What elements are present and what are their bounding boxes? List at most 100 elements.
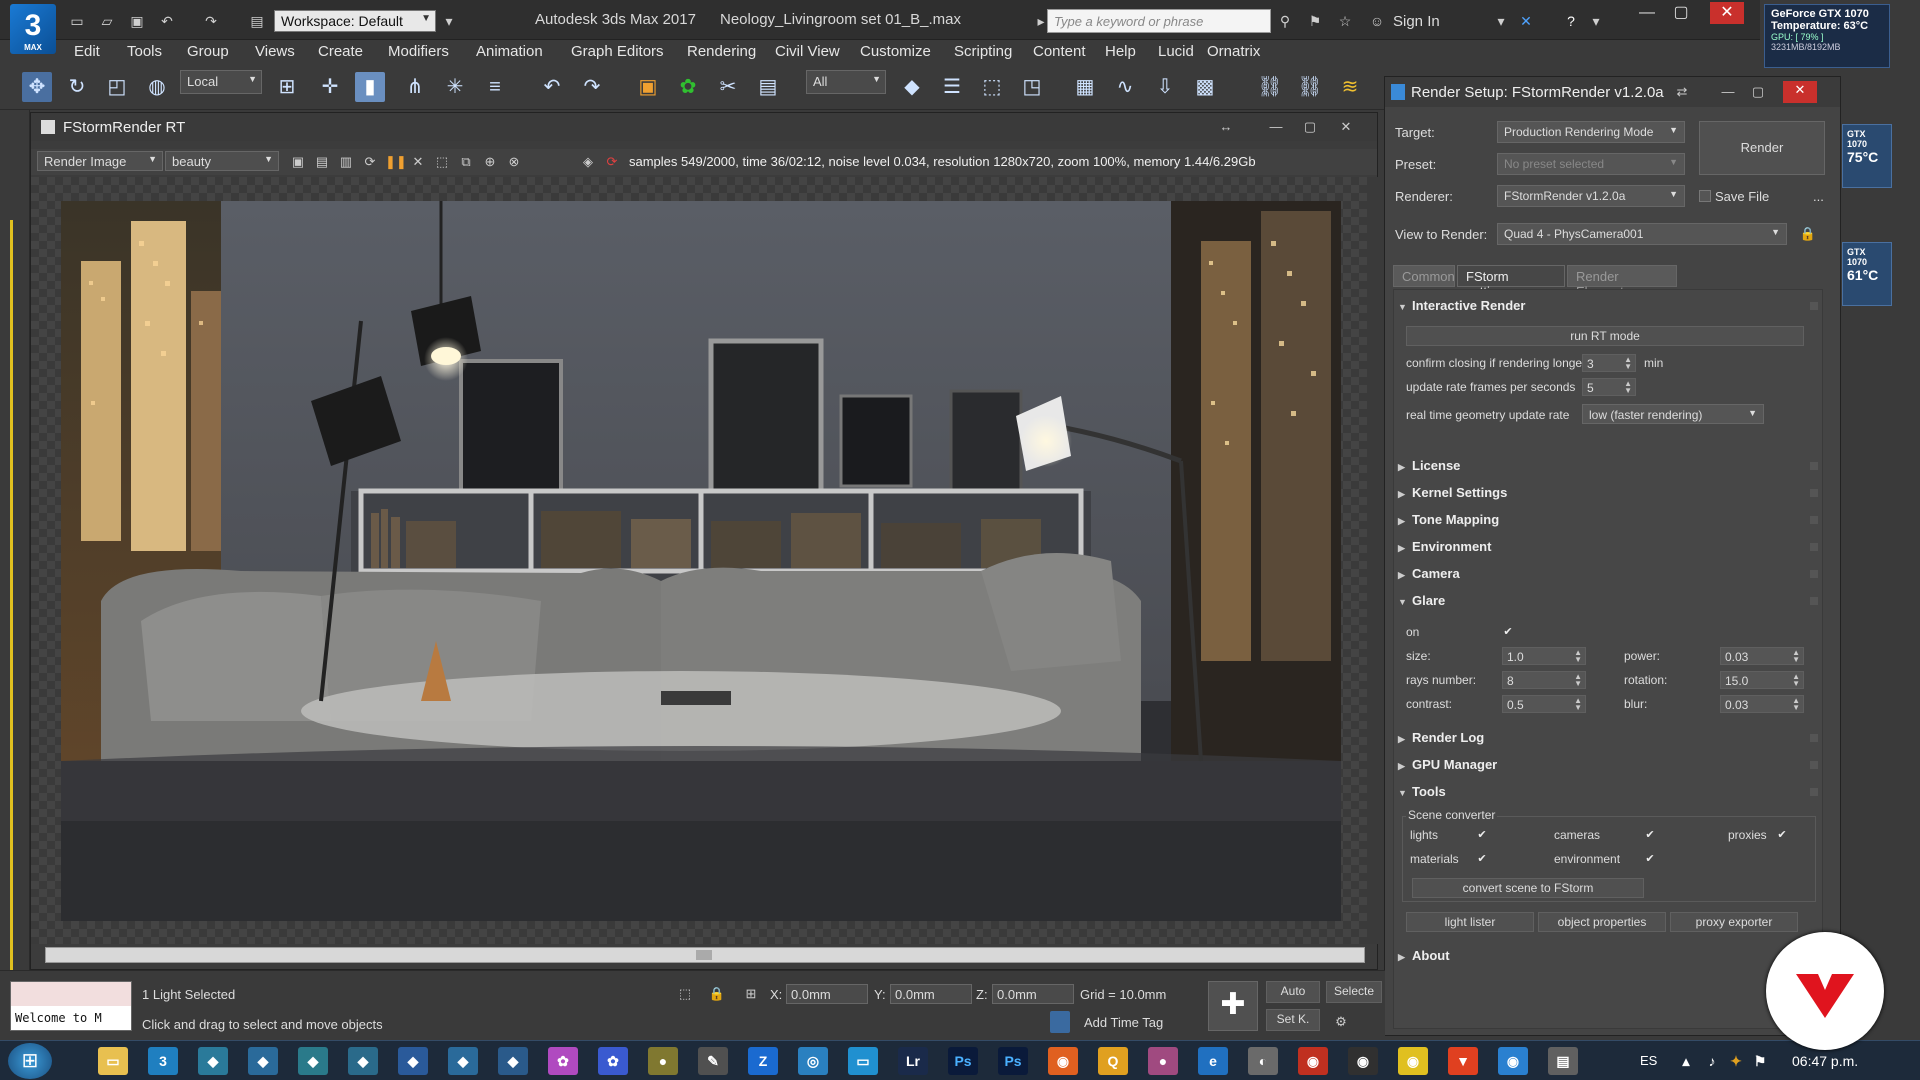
render-channel-dropdown[interactable]: beauty ▼	[165, 151, 279, 171]
app-task-icon-9[interactable]: ✿	[598, 1047, 628, 1075]
menu-group[interactable]: Group	[187, 43, 229, 60]
x-coord-field[interactable]: 0.0mm	[786, 984, 868, 1004]
rollout-kernel-settings[interactable]: ▶ Kernel Settings	[1398, 485, 1820, 505]
confirm-closing-spinner[interactable]: 3 ▲ ▼	[1582, 354, 1636, 372]
select-scale-icon[interactable]: ◰	[102, 72, 132, 102]
frame-maximize-icon[interactable]: ▢	[1301, 118, 1319, 136]
app-task-icon-17[interactable]: ◐	[1248, 1047, 1278, 1075]
scene-explorer-icon[interactable]: ▤	[753, 72, 783, 102]
selection-lock-icon[interactable]: 🔒	[708, 985, 726, 1003]
help-dropdown-icon[interactable]: ▾	[1585, 11, 1607, 31]
app-task-icon-15[interactable]: Q	[1098, 1047, 1128, 1075]
rollout-license[interactable]: ▶ License	[1398, 458, 1820, 478]
select-by-name-icon[interactable]: ☰	[937, 72, 967, 102]
3dsmax-task-icon[interactable]: 3	[148, 1047, 178, 1075]
glare-power-spinner[interactable]: 0.03 ▲ ▼	[1720, 647, 1804, 665]
renderer-dropdown[interactable]: FStormRender v1.2.0a ▼	[1497, 185, 1685, 207]
add-time-tag[interactable]: Add Time Tag	[1084, 1015, 1163, 1030]
convert-cameras-checkbox[interactable]: ✔	[1644, 829, 1656, 841]
rs-close-icon[interactable]: ✕	[1783, 81, 1817, 103]
render-frame-horizontal-scrollbar[interactable]	[45, 947, 1365, 963]
material-editor-icon[interactable]: ▩	[1190, 72, 1220, 102]
view-to-render-dropdown[interactable]: Quad 4 - PhysCamera001 ▼	[1497, 223, 1787, 245]
app-task-icon-11[interactable]: ✎	[698, 1047, 728, 1075]
menu-views[interactable]: Views	[255, 43, 295, 60]
frame-close-icon[interactable]: ✕	[1337, 118, 1355, 136]
save-file-browse-button[interactable]: ...	[1813, 189, 1824, 204]
menu-create[interactable]: Create	[318, 43, 363, 60]
isolate-selection-icon[interactable]: ⬚	[676, 985, 694, 1003]
chrome-icon[interactable]: ◉	[1398, 1047, 1428, 1075]
tray-clock[interactable]: 06:47 p.m.	[1792, 1053, 1858, 1069]
new-file-icon[interactable]: ▭	[66, 11, 88, 31]
app-task-icon-12[interactable]: Z	[748, 1047, 778, 1075]
object-properties-button[interactable]: object properties	[1538, 912, 1666, 932]
tab-render-elements[interactable]: Render Elements	[1567, 265, 1677, 299]
light-lister-button[interactable]: light lister	[1406, 912, 1534, 932]
zoom-icon[interactable]: ⊕	[481, 153, 499, 171]
favorites-star-icon[interactable]: ☆	[1334, 11, 1356, 31]
app-task-icon-22[interactable]: ▤	[1548, 1047, 1578, 1075]
menu-modifiers[interactable]: Modifiers	[388, 43, 449, 60]
photoshop-icon-2[interactable]: Ps	[998, 1047, 1028, 1075]
plugin-icon[interactable]: ✿	[673, 72, 703, 102]
proxy-exporter-button[interactable]: proxy exporter	[1670, 912, 1798, 932]
rollout-interactive-render[interactable]: ▼ Interactive Render	[1398, 298, 1820, 318]
menu-lucid[interactable]: Lucid	[1158, 43, 1194, 60]
set-key-mode-icon[interactable]: ✚	[1208, 981, 1258, 1031]
select-place-icon[interactable]: ◍	[142, 72, 172, 102]
select-move-icon[interactable]: ✥	[22, 72, 52, 102]
render-frame-vertical-scrollbar[interactable]	[1367, 177, 1379, 944]
fit-icon[interactable]: ✕	[409, 153, 427, 171]
refresh-icon[interactable]: ⟳	[361, 153, 379, 171]
binoculars-icon[interactable]: ⚲	[1274, 11, 1296, 31]
app-task-icon-16[interactable]: ●	[1148, 1047, 1178, 1075]
save-image-icon[interactable]: ▣	[289, 153, 307, 171]
maxscript-input[interactable]	[11, 982, 131, 1006]
app-task-icon-6[interactable]: ◆	[448, 1047, 478, 1075]
menu-content[interactable]: Content	[1033, 43, 1086, 60]
redo-icon[interactable]: ↷	[200, 11, 222, 31]
app-task-icon-5[interactable]: ◆	[398, 1047, 428, 1075]
geometry-update-dropdown[interactable]: low (faster rendering) ▼	[1582, 404, 1764, 424]
app-task-icon-14[interactable]: ▭	[848, 1047, 878, 1075]
frame-buffer-icon[interactable]: ▣	[633, 72, 663, 102]
rs-swap-icon[interactable]: ⇄	[1673, 83, 1691, 101]
curve-editor-icon[interactable]: ∿	[1110, 72, 1140, 102]
app-task-icon-18[interactable]: ◉	[1298, 1047, 1328, 1075]
redo-toolbar-icon[interactable]: ↷	[577, 72, 607, 102]
subscription-icon[interactable]: ⚑	[1304, 11, 1326, 31]
save-file-icon[interactable]: ▣	[126, 11, 148, 31]
glare-rays-spinner[interactable]: 8 ▲ ▼	[1502, 671, 1586, 689]
update-rate-spinner[interactable]: 5 ▲ ▼	[1582, 378, 1636, 396]
absolute-mode-icon[interactable]: ⊞	[742, 985, 760, 1003]
file-explorer-icon[interactable]: ▭	[98, 1047, 128, 1075]
close-icon[interactable]: ✕	[1710, 2, 1744, 24]
angle-snap-icon[interactable]: ✳	[440, 72, 470, 102]
tray-app-icon[interactable]: ✦	[1726, 1047, 1746, 1075]
bind-space-warp-icon[interactable]: ≋	[1335, 72, 1365, 102]
pivot-center-icon[interactable]: ⊞	[272, 72, 302, 102]
select-link-icon[interactable]: ⛓	[1255, 72, 1285, 102]
copy-image-icon[interactable]: ▤	[313, 153, 331, 171]
area-to-render-dropdown[interactable]: Render Image ▼	[37, 151, 163, 171]
glare-rotation-spinner[interactable]: 15.0 ▲ ▼	[1720, 671, 1804, 689]
tab-fstorm-settings[interactable]: FStorm settings	[1457, 265, 1565, 299]
convert-materials-checkbox[interactable]: ✔	[1476, 853, 1488, 865]
layer-manager-icon[interactable]: ▦	[1070, 72, 1100, 102]
project-folder-icon[interactable]: ▤	[246, 11, 268, 31]
app-task-icon-2[interactable]: ◆	[248, 1047, 278, 1075]
select-object-icon[interactable]: ◆	[897, 72, 927, 102]
menu-help[interactable]: Help	[1105, 43, 1136, 60]
rectangular-selection-icon[interactable]: ⬚	[977, 72, 1007, 102]
undo-icon[interactable]: ↶	[156, 11, 178, 31]
clone-frame-icon[interactable]: ▥	[337, 153, 355, 171]
rollout-render-log[interactable]: ▶ Render Log	[1398, 730, 1820, 750]
tab-common[interactable]: Common	[1393, 265, 1455, 287]
volume-icon[interactable]: ♪	[1702, 1047, 1722, 1075]
maxscript-listener[interactable]: Welcome to M	[10, 981, 132, 1031]
menu-customize[interactable]: Customize	[860, 43, 931, 60]
rollout-about[interactable]: ▶ About	[1398, 948, 1820, 968]
photoshop-icon-1[interactable]: Ps	[948, 1047, 978, 1075]
selected-key-filter[interactable]: Selecte	[1326, 981, 1382, 1003]
